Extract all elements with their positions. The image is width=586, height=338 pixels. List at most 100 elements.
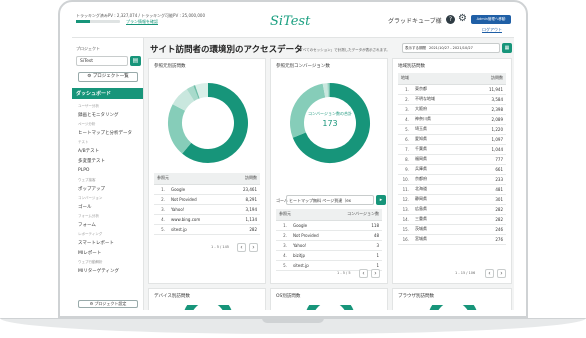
cell-name[interactable]: sitest.jp	[168, 224, 227, 235]
sidebar-item[interactable]: MIリターゲティング	[78, 268, 119, 274]
col-cv: コンバージョン数	[331, 209, 382, 221]
cell-no: 6.	[398, 134, 412, 145]
cell-name[interactable]: 不明な地域	[412, 94, 466, 105]
table-row: 13. 広島県 282	[398, 204, 506, 215]
cell-value: 11,941	[465, 84, 506, 95]
sidebar-category: ウェブ接客	[78, 178, 96, 182]
cell-no: 13.	[398, 204, 412, 215]
cell-name[interactable]: 福岡県	[412, 154, 466, 165]
cell-name[interactable]: 茨城県	[412, 224, 466, 235]
sidebar-item[interactable]: MIレポート	[78, 250, 101, 256]
sidebar-item[interactable]: A/Bテスト	[78, 148, 99, 154]
next-page-button[interactable]: ›	[497, 269, 506, 278]
cell-name[interactable]: 埼玉県	[412, 124, 466, 135]
sidebar-item[interactable]: ゴール	[78, 204, 92, 210]
cell-no: 12.	[398, 194, 412, 205]
goal-select[interactable]: ヒートマップ無料 ページ到達（ex	[286, 195, 374, 205]
plan-progress-bar	[76, 20, 120, 23]
app-screen: トラッキング済みPV : 2,327,074 / トラッキング可能PV : 25…	[72, 10, 514, 310]
cell-name[interactable]: Yahoo!	[168, 204, 227, 215]
cell-no: 7.	[398, 144, 412, 155]
cell-name[interactable]: 広島県	[412, 204, 466, 215]
calendar-icon[interactable]: ▦	[502, 43, 512, 53]
cell-no: 5.	[276, 260, 290, 271]
sidebar-category: テスト	[78, 140, 89, 144]
cell-name[interactable]: 京都府	[412, 174, 466, 185]
goal-apply-icon[interactable]: ▸	[376, 195, 386, 205]
cell-no: 16.	[398, 234, 412, 245]
cell-name[interactable]: Not Provided	[290, 230, 332, 241]
sidebar-category: ウェブ行動解析	[78, 260, 103, 264]
sidebar-item[interactable]: PLPO	[78, 168, 89, 173]
donut-slice-5[interactable]	[193, 85, 200, 99]
card-title: 参照元別訪問数	[154, 64, 186, 69]
cell-name[interactable]: bizitjp	[290, 250, 332, 261]
card-title: 参照元別コンバージョン数	[276, 64, 330, 69]
col-visits: 訪問数	[226, 173, 260, 185]
cell-no: 1.	[276, 220, 290, 231]
gear-icon[interactable]: ⚙	[458, 13, 467, 24]
cell-name[interactable]: Google	[290, 220, 332, 231]
logout-link[interactable]: ログアウト	[482, 27, 502, 33]
donut-slice-2[interactable]	[168, 104, 192, 154]
prev-page-button[interactable]: ‹	[485, 269, 494, 278]
cell-name[interactable]: Not Provided	[168, 194, 227, 205]
cell-name[interactable]: 愛知県	[412, 134, 466, 145]
plan-info-link[interactable]: プラン情報を確認	[126, 19, 158, 25]
donut-slice-6[interactable]	[195, 83, 209, 99]
cell-name[interactable]: 東京都	[412, 84, 466, 95]
period-selector[interactable]: 表示する期間 2021/10/27 - 2021/10/27	[402, 43, 500, 53]
card-title: デバイス別訪問数	[154, 294, 190, 299]
cell-value: 23,461	[226, 184, 260, 195]
period-value: 2021/10/27 - 2021/10/27	[429, 46, 473, 50]
cell-name[interactable]: 北海道	[412, 184, 466, 195]
prev-page-button[interactable]: ‹	[359, 269, 368, 278]
table-row: 7. 千葉県 1,044	[398, 144, 506, 155]
cell-value: 2,398	[465, 104, 506, 115]
cell-name[interactable]: www.bing.com	[168, 214, 227, 225]
card-title: ブラウザ別訪問数	[398, 294, 434, 299]
cell-name[interactable]: 大阪府	[412, 104, 466, 115]
sitest-logo[interactable]: SiTest	[270, 14, 310, 29]
sidebar-item[interactable]: フォーム	[78, 222, 96, 228]
project-list-button[interactable]: ⚙ プロジェクト一覧	[78, 72, 138, 82]
donut-slice-4[interactable]	[186, 85, 199, 102]
project-select[interactable]: SiTest	[76, 56, 128, 66]
cell-name[interactable]: 三重県	[412, 214, 466, 225]
cell-name[interactable]: 静岡県	[412, 194, 466, 205]
sidebar-item[interactable]: スマートレポート	[78, 240, 114, 246]
sidebar-item-dashboard[interactable]: ダッシュボード	[72, 88, 143, 99]
folder-icon[interactable]: ▤	[130, 56, 141, 66]
cell-name[interactable]: Google	[168, 184, 227, 195]
admin-button[interactable]: Admin管理へ移動	[471, 15, 511, 24]
sidebar-item[interactable]: 録画とモニタリング	[78, 112, 119, 118]
cell-value: 1,220	[465, 124, 506, 135]
cell-name[interactable]: sitest.jp	[290, 260, 332, 271]
donut-slice-3[interactable]	[172, 89, 195, 112]
cell-value: 118	[331, 220, 382, 231]
cell-no: 9.	[398, 164, 412, 175]
cell-name[interactable]: 神奈川県	[412, 114, 466, 125]
project-settings-button[interactable]: ⚙ プロジェクト設定	[78, 300, 138, 308]
cv-pager-text: 1 - 5 / 5	[337, 271, 351, 275]
next-page-button[interactable]: ›	[371, 269, 380, 278]
cell-value: 233	[465, 174, 506, 185]
sidebar-item[interactable]: 多変量テスト	[78, 158, 105, 164]
help-icon[interactable]: ?	[446, 15, 455, 24]
table-row: 4. 神奈川県 2,089	[398, 114, 506, 125]
cell-value: 3,194	[226, 204, 260, 215]
cell-name[interactable]: Yahoo!	[290, 240, 332, 251]
cell-name[interactable]: 兵庫県	[412, 164, 466, 175]
prev-page-button[interactable]: ‹	[237, 243, 246, 252]
cell-value: 3,584	[465, 94, 506, 105]
col-region: 地域	[398, 73, 466, 85]
cell-name[interactable]: 千葉県	[412, 144, 466, 155]
browser-visits-card: ブラウザ別訪問数	[392, 288, 512, 310]
table-row: 11. 北海道 481	[398, 184, 506, 195]
app-header: トラッキング済みPV : 2,327,074 / トラッキング可能PV : 25…	[72, 10, 514, 38]
cell-name[interactable]: 宮城県	[412, 234, 466, 245]
sidebar-item[interactable]: ヒートマップと分析データ	[78, 130, 132, 136]
sidebar-item[interactable]: ポップアップ	[78, 186, 105, 192]
next-page-button[interactable]: ›	[249, 243, 258, 252]
cell-no: 3.	[154, 204, 168, 215]
